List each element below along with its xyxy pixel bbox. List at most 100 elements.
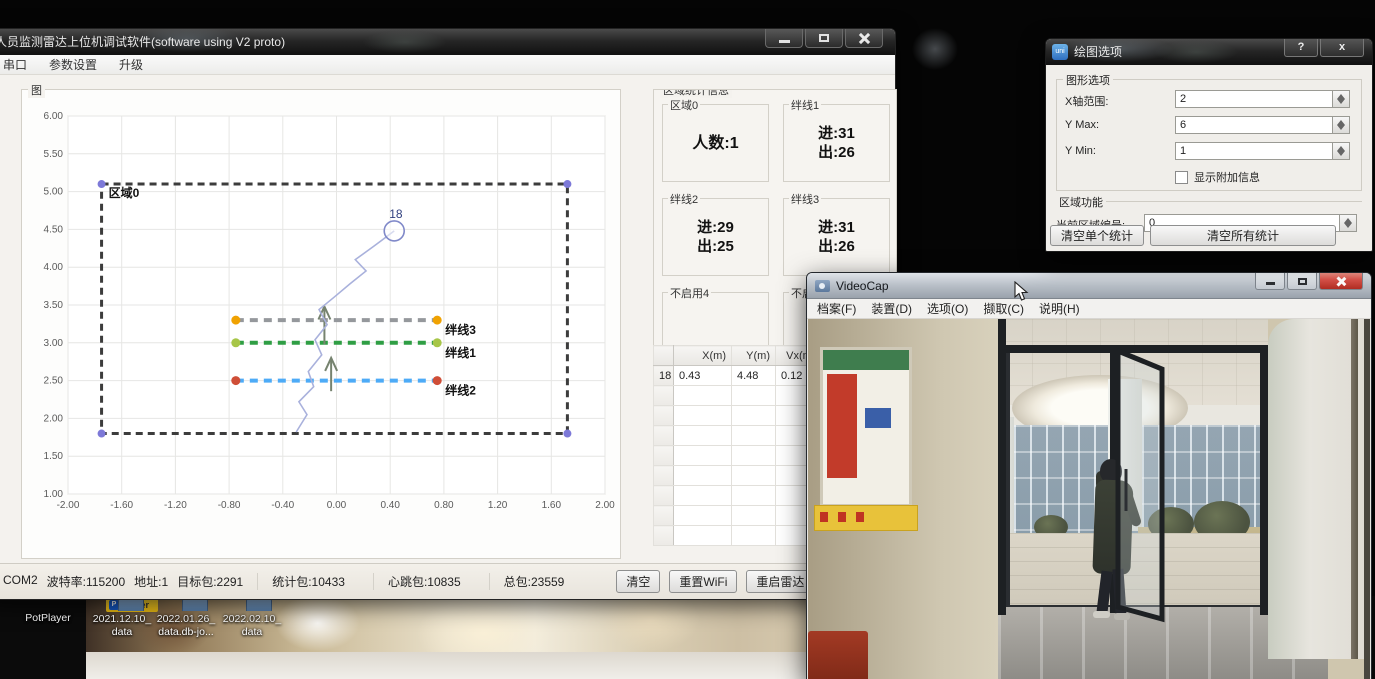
folder-label[interactable]: 2022.02.10_ data <box>215 613 289 639</box>
clear-single-stat-button[interactable]: 清空单个统计 <box>1050 225 1144 246</box>
clear-button[interactable]: 清空 <box>616 570 660 593</box>
svg-text:5.00: 5.00 <box>44 187 64 198</box>
videocap-app-icon <box>815 280 830 292</box>
show-extra-info-checkbox[interactable] <box>1175 171 1188 184</box>
svg-text:2.00: 2.00 <box>595 500 615 511</box>
help-button[interactable]: ? <box>1284 39 1318 57</box>
videocap-minimize-button[interactable] <box>1255 273 1285 290</box>
camera-video-feed <box>808 319 1370 679</box>
svg-text:绊线2: 绊线2 <box>445 383 476 398</box>
x-range-input[interactable]: 2 <box>1175 90 1333 108</box>
svg-text:1.50: 1.50 <box>44 451 64 462</box>
svg-text:18: 18 <box>389 207 403 221</box>
status-address: 地址:1 <box>134 573 168 590</box>
radar-app-window: 人员监测雷达上位机调试软件(software using V2 proto) 串… <box>0 28 896 600</box>
svg-text:1.20: 1.20 <box>488 500 508 511</box>
plot-groupbox: 图 -2.00-1.60-1.20-0.80-0.400.000.400.801… <box>21 89 621 559</box>
videocap-menubar: 档案(F) 装置(D) 选项(O) 撷取(C) 说明(H) <box>807 299 1371 319</box>
menu-upgrade[interactable]: 升级 <box>119 56 143 73</box>
videocap-window: VideoCap 档案(F) 装置(D) 选项(O) 撷取(C) 说明(H) <box>806 272 1372 679</box>
vc-menu-help[interactable]: 说明(H) <box>1039 300 1080 317</box>
tripline3-in-count: 进:31 <box>818 218 855 237</box>
status-stat-packets: 统计包:10433 <box>257 573 359 590</box>
status-target-packets: 目标包:2291 <box>177 573 243 590</box>
videocap-titlebar[interactable]: VideoCap <box>807 273 1371 299</box>
svg-text:绊线1: 绊线1 <box>445 345 476 360</box>
close-button[interactable] <box>845 29 883 48</box>
svg-text:5.50: 5.50 <box>44 149 64 160</box>
current-region-spinner[interactable] <box>1340 214 1357 232</box>
tripline2-out-count: 出:25 <box>697 237 734 256</box>
svg-text:绊线3: 绊线3 <box>445 322 476 337</box>
col-x: X(m) <box>674 346 732 366</box>
svg-text:6.00: 6.00 <box>44 111 64 122</box>
status-com-port: COM2 <box>3 573 38 590</box>
col-y: Y(m) <box>732 346 776 366</box>
svg-text:1.60: 1.60 <box>542 500 562 511</box>
status-total-packets: 总包:23559 <box>489 573 579 590</box>
status-heartbeat-packets: 心跳包:10835 <box>373 573 475 590</box>
zone0-people-count: 人数:1 <box>692 134 738 153</box>
restart-radar-button[interactable]: 重启雷达 <box>746 570 814 593</box>
minimize-icon <box>779 40 790 43</box>
dialog-titlebar[interactable]: uni 绘图选项 ? x <box>1046 39 1372 65</box>
menu-parameter-settings[interactable]: 参数设置 <box>49 56 97 73</box>
right-door-edge <box>1364 319 1370 679</box>
stat-box-tripline1: 绊线1 进:31 出:26 <box>783 104 890 182</box>
y-max-label: Y Max: <box>1065 119 1099 131</box>
radar-plot[interactable]: -2.00-1.60-1.20-0.80-0.400.000.400.801.2… <box>30 102 615 526</box>
minimize-button[interactable] <box>765 29 803 48</box>
y-max-input[interactable]: 6 <box>1175 116 1333 134</box>
statusbar: COM2 波特率:115200 地址:1 目标包:2291 统计包:10433 … <box>0 563 895 599</box>
menu-serial-port[interactable]: 串口 <box>3 56 27 73</box>
svg-text:3.00: 3.00 <box>44 338 64 349</box>
svg-text:-1.20: -1.20 <box>164 500 187 511</box>
svg-text:2.50: 2.50 <box>44 376 64 387</box>
clear-all-stats-button[interactable]: 清空所有统计 <box>1150 225 1336 246</box>
y-min-input[interactable]: 1 <box>1175 142 1333 160</box>
stat-box-tripline3: 绊线3 进:31 出:26 <box>783 198 890 276</box>
vc-menu-device[interactable]: 装置(D) <box>871 300 912 317</box>
svg-text:4.50: 4.50 <box>44 224 64 235</box>
folder-label[interactable]: 2021.12.10_ data <box>85 613 159 639</box>
y-min-spinner[interactable] <box>1333 142 1350 160</box>
dialog-app-icon: uni <box>1052 44 1068 60</box>
show-extra-info-label: 显示附加信息 <box>1194 169 1260 185</box>
wallpaper-lower <box>86 652 810 679</box>
stat-box-tripline2: 绊线2 进:29 出:25 <box>662 198 769 276</box>
x-range-label: X轴范围: <box>1065 93 1108 109</box>
blurred-desktop-icon <box>912 28 958 70</box>
svg-text:-0.80: -0.80 <box>218 500 241 511</box>
svg-text:1.00: 1.00 <box>44 489 64 500</box>
videocap-maximize-button[interactable] <box>1287 273 1317 290</box>
videocap-title: VideoCap <box>836 279 889 293</box>
tripline3-out-count: 出:26 <box>818 237 855 256</box>
maximize-button[interactable] <box>805 29 843 48</box>
stat-box-disabled4: 不启用4 <box>662 292 769 347</box>
svg-text:-0.40: -0.40 <box>271 500 294 511</box>
maximize-icon <box>1298 278 1307 285</box>
dialog-close-button[interactable]: x <box>1320 39 1364 57</box>
y-max-spinner[interactable] <box>1333 116 1350 134</box>
potplayer-icon-label[interactable]: PotPlayer <box>5 612 91 625</box>
x-range-spinner[interactable] <box>1333 90 1350 108</box>
videocap-close-button[interactable] <box>1319 273 1363 290</box>
vc-menu-options[interactable]: 选项(O) <box>927 300 968 317</box>
close-icon <box>858 32 870 44</box>
screen: P Player PotPlayer 2021.12.10_ data 2022… <box>0 0 1375 679</box>
minimize-icon <box>1266 282 1275 285</box>
svg-text:区域0: 区域0 <box>109 185 140 200</box>
mouse-cursor <box>1014 281 1030 303</box>
svg-text:3.50: 3.50 <box>44 300 64 311</box>
radar-titlebar[interactable]: 人员监测雷达上位机调试软件(software using V2 proto) <box>0 29 895 55</box>
folder-label[interactable]: 2022.01.26_ data.db-jo... <box>149 613 223 639</box>
svg-text:4.00: 4.00 <box>44 262 64 273</box>
tripline2-in-count: 进:29 <box>697 218 734 237</box>
svg-text:0.80: 0.80 <box>434 500 454 511</box>
reset-wifi-button[interactable]: 重置WiFi <box>669 570 737 593</box>
svg-text:0.40: 0.40 <box>380 500 400 511</box>
radar-menubar: 串口 参数设置 升级 <box>0 55 895 75</box>
vc-menu-file[interactable]: 档案(F) <box>817 300 856 317</box>
svg-text:0.00: 0.00 <box>327 500 347 511</box>
tripline1-in-count: 进:31 <box>818 124 855 143</box>
